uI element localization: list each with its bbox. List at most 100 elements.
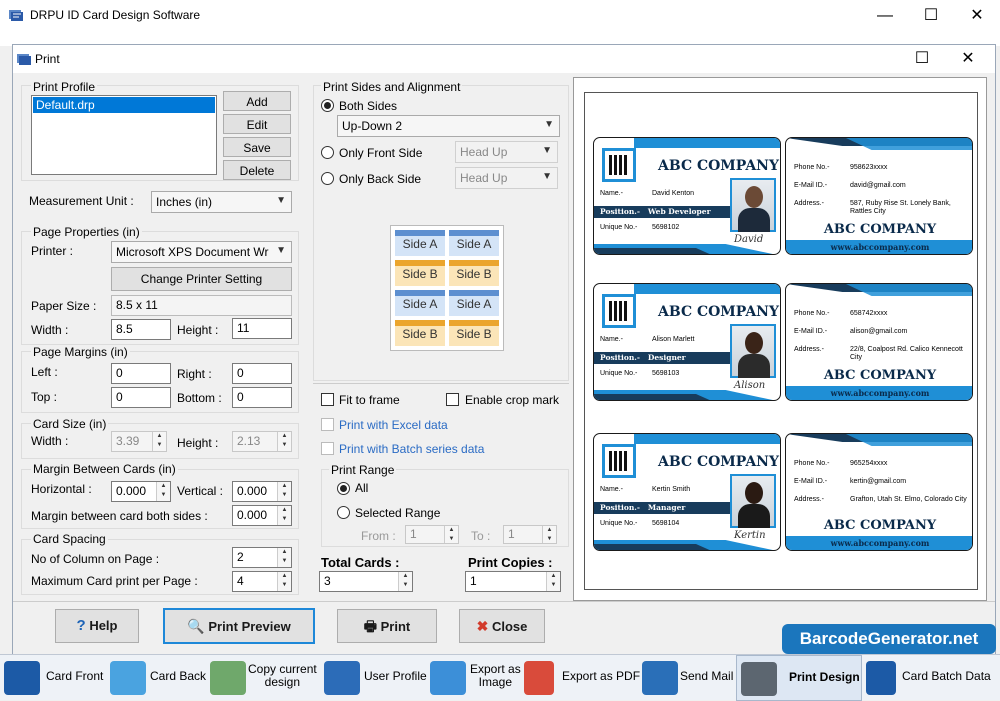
- spinner-icon[interactable]: ▲ ▼: [277, 482, 291, 501]
- copy-design-icon: [210, 661, 246, 695]
- card-company: ABC COMPANY: [823, 518, 937, 533]
- columns-spinner[interactable]: 2 ▲ ▼: [232, 547, 292, 568]
- print-preview-frame[interactable]: ABC COMPANY Name.- David Kenton Position…: [573, 77, 987, 601]
- page-height-field[interactable]: 11: [232, 318, 292, 339]
- back-only-label[interactable]: Only Back Side: [339, 172, 421, 186]
- maximize-button[interactable]: ☐: [908, 0, 954, 32]
- spinner-icon[interactable]: ▲ ▼: [398, 572, 412, 591]
- front-only-radio[interactable]: [321, 146, 334, 159]
- margin-bottom-field[interactable]: 0: [232, 387, 292, 408]
- card-batch-tab[interactable]: Card Batch Data: [862, 655, 1000, 701]
- delete-profile-button[interactable]: Delete: [223, 160, 291, 180]
- margin-top-field[interactable]: 0: [111, 387, 171, 408]
- card-website: www.abccompany.com: [786, 536, 972, 550]
- copy-design-tab[interactable]: Copy current design: [206, 655, 320, 701]
- excel-data-label[interactable]: Print with Excel data: [339, 418, 448, 432]
- card-width-field: 3.39 ▲ ▼: [111, 431, 167, 452]
- card-unique: 5698104: [652, 520, 680, 527]
- range-selected-radio[interactable]: [337, 506, 350, 519]
- card-position-label: Position.-: [600, 503, 641, 512]
- card-front-tab[interactable]: Card Front: [0, 655, 106, 701]
- card-name: Alison Marlett: [652, 336, 695, 343]
- batch-data-checkbox[interactable]: [321, 442, 334, 455]
- page-width-field[interactable]: 8.5: [111, 319, 171, 340]
- measurement-unit-select[interactable]: Inches (in) ▼: [151, 191, 292, 213]
- profile-list[interactable]: Default.drp: [31, 95, 217, 175]
- card-email: kertin@gmail.com: [850, 478, 907, 485]
- close-button[interactable]: ✕: [954, 0, 1000, 32]
- card-size-legend: Card Size (in): [31, 417, 109, 431]
- total-cards-spinner[interactable]: 3 ▲ ▼: [319, 571, 413, 592]
- side-a-cell: Side A: [395, 230, 445, 256]
- print-copies-spinner[interactable]: 1 ▲ ▼: [465, 571, 561, 592]
- spinner-icon: ▲ ▼: [444, 526, 458, 543]
- max-cards-spinner[interactable]: 4 ▲ ▼: [232, 571, 292, 592]
- edit-profile-button[interactable]: Edit: [223, 114, 291, 134]
- export-pdf-tab[interactable]: Export as PDF: [520, 655, 640, 701]
- range-selected-label[interactable]: Selected Range: [355, 506, 440, 520]
- add-profile-button[interactable]: Add: [223, 91, 291, 111]
- range-all-label[interactable]: All: [355, 481, 368, 495]
- print-design-tab[interactable]: Print Design: [736, 655, 862, 701]
- spinner-icon[interactable]: ▲ ▼: [156, 482, 170, 501]
- margin-left-field[interactable]: 0: [111, 363, 171, 384]
- range-all-radio[interactable]: [337, 482, 350, 495]
- qr-code-icon: [602, 444, 636, 478]
- card-unique: 5698103: [652, 370, 680, 377]
- both-sides-mode-select[interactable]: Up-Down 2 ▼: [337, 115, 560, 137]
- fit-to-frame-checkbox[interactable]: [321, 393, 334, 406]
- dialog-maximize-button[interactable]: ☐: [899, 43, 945, 75]
- close-dialog-button[interactable]: ✖ Close: [459, 609, 545, 643]
- card-address-label: Address.-: [794, 496, 824, 503]
- help-button[interactable]: ? Help: [55, 609, 139, 643]
- spinner-icon[interactable]: ▲ ▼: [277, 506, 291, 525]
- send-mail-tab[interactable]: Send Mail: [638, 655, 736, 701]
- crop-mark-checkbox[interactable]: [446, 393, 459, 406]
- profile-list-item[interactable]: Default.drp: [33, 97, 215, 113]
- print-button[interactable]: 🖶 Print: [337, 609, 437, 643]
- change-printer-setting-button[interactable]: Change Printer Setting: [111, 267, 292, 291]
- export-image-tab[interactable]: Export as Image: [426, 655, 521, 701]
- fit-to-frame-label[interactable]: Fit to frame: [339, 393, 400, 407]
- save-profile-button[interactable]: Save: [223, 137, 291, 157]
- margin-right-field[interactable]: 0: [232, 363, 292, 384]
- print-profile-legend: Print Profile: [31, 80, 98, 94]
- horizontal-spinner[interactable]: 0.000 ▲ ▼: [111, 481, 171, 502]
- print-preview-button[interactable]: 🔍 Print Preview: [163, 608, 315, 644]
- card-email-label: E-Mail ID.-: [794, 478, 828, 485]
- both-sides-radio[interactable]: [321, 99, 334, 112]
- user-profile-tab[interactable]: User Profile: [320, 655, 427, 701]
- qr-code-icon: [602, 294, 636, 328]
- photo-avatar: [730, 178, 776, 232]
- card-back: Phone No.- 658742xxxx E-Mail ID.- alison…: [785, 283, 973, 401]
- front-only-label[interactable]: Only Front Side: [339, 146, 422, 160]
- card-back-tab[interactable]: Card Back: [106, 655, 206, 701]
- dialog-close-button[interactable]: ✕: [945, 43, 991, 75]
- spinner-icon[interactable]: ▲ ▼: [277, 548, 291, 567]
- both-sides-margin-spinner[interactable]: 0.000 ▲ ▼: [232, 505, 292, 526]
- excel-data-checkbox[interactable]: [321, 418, 334, 431]
- minimize-button[interactable]: —: [862, 0, 908, 32]
- vertical-spinner[interactable]: 0.000 ▲ ▼: [232, 481, 292, 502]
- spinner-icon[interactable]: ▲ ▼: [277, 572, 291, 591]
- paper-size-label: Paper Size :: [31, 299, 97, 313]
- card-email: david@gmail.com: [850, 182, 906, 189]
- card-position-bar: Position.- Manager: [594, 502, 742, 514]
- both-sides-label[interactable]: Both Sides: [339, 99, 397, 113]
- printer-select[interactable]: Microsoft XPS Document Wr ▼: [111, 241, 292, 263]
- card-address: 587, Ruby Rise St. Lonely Bank, Rattles …: [850, 200, 951, 215]
- spinner-icon[interactable]: ▲ ▼: [546, 572, 560, 591]
- card-address-label: Address.-: [794, 346, 824, 353]
- both-sides-margin-label: Margin between card both sides :: [31, 509, 208, 523]
- crop-mark-label[interactable]: Enable crop mark: [465, 393, 559, 407]
- chevron-down-icon: ▼: [542, 171, 552, 182]
- signature: David: [734, 234, 764, 245]
- card-band: [634, 284, 780, 294]
- export-image-label: Export as Image: [470, 662, 521, 689]
- card-company: ABC COMPANY: [823, 368, 937, 383]
- back-only-radio[interactable]: [321, 172, 334, 185]
- card-company: ABC COMPANY: [823, 222, 937, 237]
- batch-data-label[interactable]: Print with Batch series data: [339, 442, 484, 456]
- margin-right-label: Right :: [177, 367, 212, 381]
- paper-size-field[interactable]: 8.5 x 11: [111, 295, 292, 316]
